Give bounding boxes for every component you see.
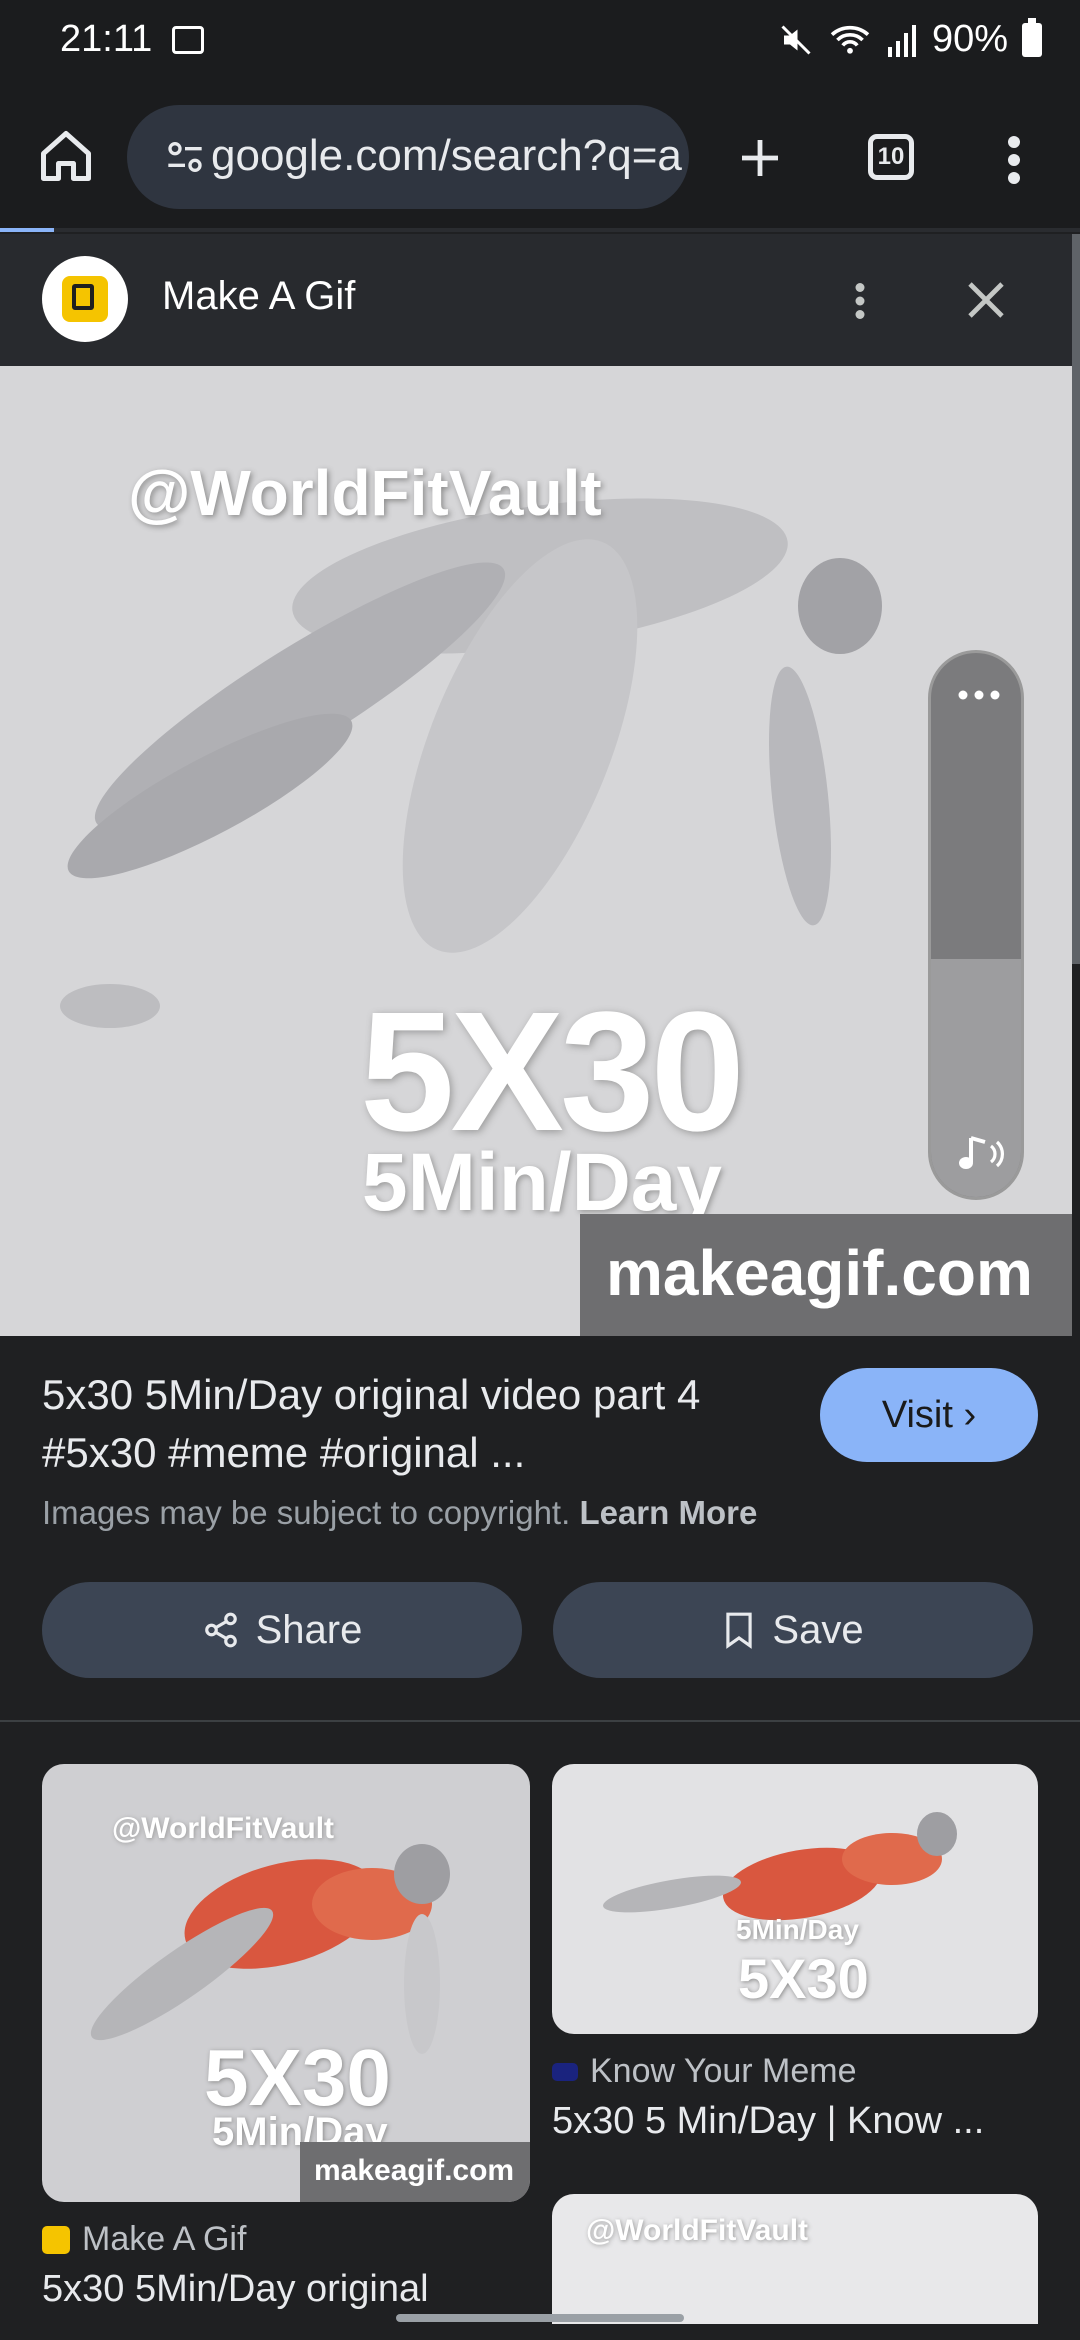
source-name: Know Your Meme	[590, 2052, 857, 2090]
volume-more-icon[interactable]	[955, 689, 1003, 701]
battery-icon	[1022, 17, 1042, 57]
copyright-text: Images may be subject to copyright.	[42, 1494, 571, 1531]
related-result-image[interactable]: @WorldFitVault 5X30 5Min/Day makeagif.co…	[42, 1764, 530, 2202]
image-footer-text: makeagif.com	[606, 1237, 1033, 1309]
card-watermark: @WorldFitVault	[112, 1812, 335, 1845]
make-a-gif-favicon-icon	[42, 2225, 70, 2254]
site-settings-icon[interactable]	[165, 139, 205, 175]
preview-image[interactable]: @WorldFitVault 5X30 5Min/Day makeagif.co…	[0, 366, 1072, 1336]
tab-count: 10	[877, 143, 905, 170]
volume-slider[interactable]	[928, 650, 1024, 1200]
home-icon[interactable]	[36, 126, 96, 186]
share-icon	[204, 1612, 237, 1648]
result-caption[interactable]: 5x30 5Min/Day original	[42, 2268, 429, 2311]
scrollbar[interactable]	[1072, 234, 1080, 964]
signal-icon	[887, 24, 916, 57]
site-logo-icon	[42, 256, 128, 342]
card-footer-text: makeagif.com	[314, 2154, 515, 2187]
clock: 21:11	[60, 18, 153, 60]
card-headline: 5X30	[738, 1947, 869, 2010]
mute-icon	[781, 24, 811, 55]
status-bar: 21:11 90%	[0, 0, 1080, 86]
result-source[interactable]: Know Your Meme	[552, 2052, 857, 2091]
card-footer-band: makeagif.com	[300, 2142, 530, 2202]
wifi-icon	[830, 25, 870, 54]
save-button[interactable]: Save	[553, 1582, 1033, 1678]
card-subheadline: 5Min/Day	[736, 1914, 859, 1945]
panel-more-icon[interactable]	[854, 276, 866, 326]
source-name: Make A Gif	[82, 2220, 247, 2258]
address-bar[interactable]: google.com/search?q=a	[127, 105, 689, 209]
result-title[interactable]: 5x30 5Min/Day original video part 4 #5x3…	[42, 1366, 802, 1482]
share-label: Share	[255, 1607, 363, 1652]
battery-percent: 90%	[931, 18, 1008, 60]
image-footer-band: makeagif.com	[580, 1214, 1072, 1336]
tab-switcher-button[interactable]: 10	[868, 134, 914, 180]
page-load-progress	[0, 228, 1080, 232]
status-icons: 90%	[778, 17, 1042, 61]
music-volume-icon	[959, 1136, 1004, 1169]
close-icon[interactable]	[962, 276, 1010, 324]
bookmark-icon	[726, 1612, 753, 1649]
save-label: Save	[772, 1607, 864, 1652]
know-your-meme-favicon-icon	[552, 2062, 578, 2081]
image-panel-header: Make A Gif	[0, 234, 1072, 366]
related-result-image[interactable]: 5X30 5Min/Day	[552, 1764, 1038, 2034]
section-divider	[0, 1720, 1080, 1722]
site-name: Make A Gif	[162, 274, 356, 318]
card-watermark: @WorldFitVault	[586, 2214, 809, 2247]
image-watermark: @WorldFitVault	[128, 457, 602, 529]
url-text[interactable]: google.com/search?q=a	[211, 131, 682, 181]
share-button[interactable]: Share	[42, 1582, 522, 1678]
browser-toolbar: google.com/search?q=a 10	[0, 86, 1080, 230]
visit-button[interactable]: Visit ›	[820, 1368, 1038, 1462]
more-options-icon[interactable]	[1006, 134, 1022, 186]
copyright-notice: Images may be subject to copyright. Lear…	[42, 1494, 757, 1532]
new-tab-icon[interactable]	[736, 134, 784, 182]
learn-more-link[interactable]: Learn More	[579, 1494, 757, 1531]
chevron-right-icon: ›	[963, 1394, 977, 1436]
gesture-bar[interactable]	[396, 2314, 684, 2322]
result-caption[interactable]: 5x30 5 Min/Day | Know ...	[552, 2100, 984, 2143]
image-notification-icon	[172, 26, 204, 54]
related-result-image[interactable]: @WorldFitVault	[552, 2194, 1038, 2324]
visit-label: Visit	[881, 1394, 953, 1436]
result-source[interactable]: Make A Gif	[42, 2220, 246, 2259]
